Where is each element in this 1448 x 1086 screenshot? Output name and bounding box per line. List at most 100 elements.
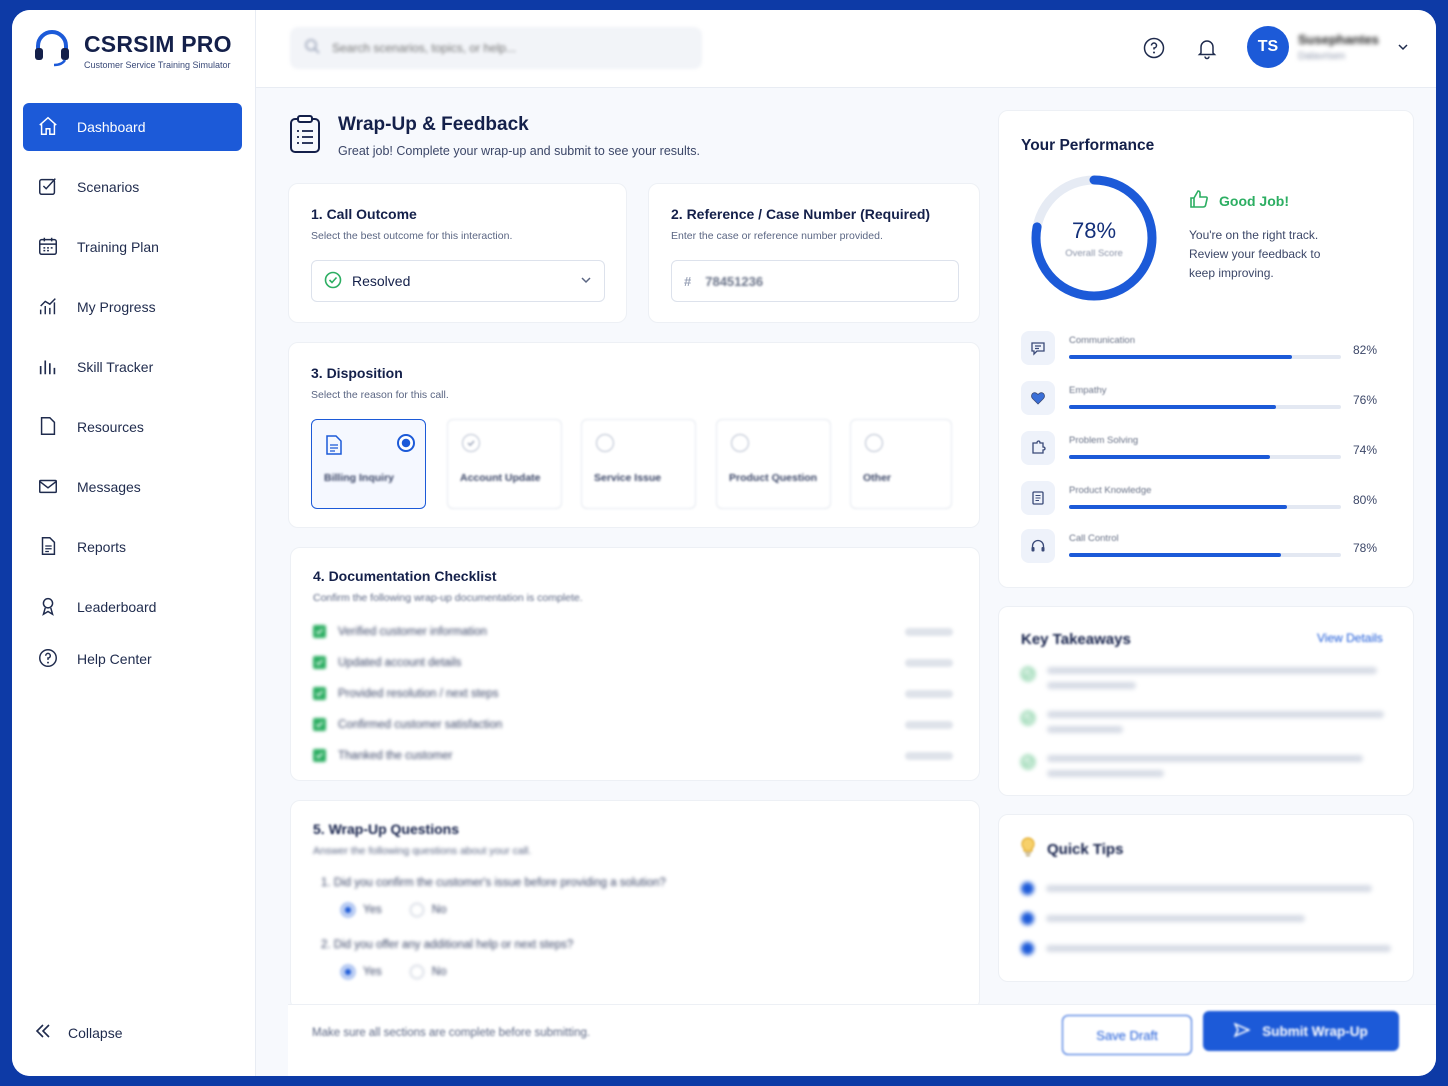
takeaways-list [1021,667,1391,799]
avatar[interactable]: TS [1247,26,1289,68]
skill-row-product-knowledge: Product Knowledge 80% [1021,481,1381,521]
sidebar-item-reports[interactable]: Reports [23,523,242,571]
scenarios-icon [37,175,59,200]
checklist-item-tag [905,689,953,698]
question-text: 1. Did you confirm the customer's issue … [321,877,666,889]
sidebar-item-my-progress[interactable]: My Progress [23,283,242,331]
disposition-option-service-issue[interactable]: Service Issue [581,419,696,509]
disposition-option-label: Account Update [460,472,541,484]
answer-label: No [431,904,447,916]
sidebar-item-resources[interactable]: Resources [23,403,242,451]
check-circle-icon [1021,755,1035,785]
sidebar-item-training-plan[interactable]: Training Plan [23,223,242,271]
checklist-item[interactable]: Verified customer information [313,616,953,647]
disposition-option-other[interactable]: Other [850,419,952,509]
collapse-button[interactable]: Collapse [34,1022,122,1043]
checklist-item[interactable]: Thanked the customer [313,740,953,771]
collapse-label: Collapse [68,1024,123,1041]
checklist-item-label: Provided resolution / next steps [338,687,499,700]
call-outcome-card: 1. Call Outcome Select the best outcome … [288,183,627,323]
sidebar-item-skill-tracker[interactable]: Skill Tracker [23,343,242,391]
answer-no[interactable]: No [409,903,447,917]
takeaway-item [1021,711,1391,741]
answer-yes[interactable]: Yes [341,965,382,979]
skill-percent: 82% [1353,343,1378,357]
save-draft-button[interactable]: Save Draft [1062,1015,1192,1055]
trophy-icon [37,595,59,620]
send-icon [1233,1022,1252,1041]
checkbox-checked-icon [313,687,326,700]
takeaway-item [1021,667,1391,697]
search-input[interactable] [332,41,672,55]
disposition-option-label: Billing Inquiry [324,472,394,484]
key-takeaways-card: Key Takeaways View Details [998,606,1414,796]
reference-input[interactable]: # 78451236 [671,260,959,302]
radio-empty [731,434,749,452]
checkbox-checked-icon [313,718,326,731]
user-info[interactable]: Susephantes Dalavrisen [1298,32,1379,62]
headset-icon [1021,529,1055,563]
sidebar-item-messages[interactable]: Messages [23,463,242,511]
submit-wrap-up-button[interactable]: Submit Wrap-Up [1203,1011,1399,1051]
call-outcome-select[interactable]: Resolved [311,260,605,302]
quick-tips-card: Quick Tips [998,814,1414,982]
disposition-option-billing-inquiry[interactable]: Billing Inquiry [311,419,426,509]
disposition-option-account-update[interactable]: Account Update [447,419,562,509]
brand-title: CSRSIM PRO [84,31,232,57]
help-circle-icon[interactable] [1142,36,1166,60]
search-icon [304,38,320,59]
home-icon [37,115,59,140]
checklist-hint: Confirm the following wrap-up documentat… [313,592,583,604]
checklist-item[interactable]: Confirmed customer satisfaction [313,709,953,740]
reference-title: 2. Reference / Case Number (Required) [671,206,931,222]
answer-yes[interactable]: Yes [341,903,382,917]
sidebar-item-help-center[interactable]: Help Center [23,635,242,683]
disposition-option-product-question[interactable]: Product Question [716,419,831,509]
skill-fill [1069,505,1287,509]
search-box[interactable] [290,27,702,69]
checklist-item-tag [905,751,953,760]
checkbox-checked-icon [313,656,326,669]
disposition-title: 3. Disposition [311,365,403,381]
questions-title: 5. Wrap-Up Questions [313,821,459,837]
answer-label: Yes [363,966,382,978]
folder-icon [37,415,59,440]
sidebar-item-leaderboard[interactable]: Leaderboard [23,583,242,631]
questions-hint: Answer the following questions about you… [313,845,532,857]
call-outcome-value: Resolved [352,273,411,289]
check-circle-icon [324,271,342,292]
footer-bar: Make sure all sections are complete befo… [288,1004,1436,1076]
sidebar-item-dashboard[interactable]: Dashboard [23,103,242,151]
check-circle-icon [462,434,480,452]
overall-score-label: Overall Score [1065,247,1123,259]
check-dot-icon [1021,911,1034,925]
bar-chart-icon [37,355,59,380]
answer-label: Yes [363,904,382,916]
checklist-item[interactable]: Updated account details [313,647,953,678]
checklist-title: 4. Documentation Checklist [313,568,497,584]
checklist-item[interactable]: Provided resolution / next steps [313,678,953,709]
radio-empty [596,434,614,452]
skill-fill [1069,355,1293,359]
answer-no[interactable]: No [409,965,446,979]
good-job-text: You're on the right track. Review your f… [1189,228,1321,280]
checklist-items: Verified customer information Updated ac… [313,616,953,771]
chevron-down-icon[interactable] [1396,40,1410,54]
sidebar-item-scenarios[interactable]: Scenarios [23,163,242,211]
user-role: Dalavrisen [1298,51,1346,62]
sidebar-item-label: Messages [77,479,141,495]
skill-row-empathy: Empathy 76% [1021,381,1381,421]
good-job-title: Good Job! [1219,192,1289,209]
documentation-checklist-card: 4. Documentation Checklist Confirm the f… [290,547,980,781]
bell-icon[interactable] [1195,36,1219,60]
checklist-item-tag [905,627,953,636]
skill-percent: 80% [1353,493,1378,507]
disposition-option-label: Service Issue [594,472,662,484]
view-details-link[interactable]: View Details [1317,631,1383,645]
questions-list: 1. Did you confirm the customer's issue … [313,877,957,979]
report-icon [37,535,59,560]
wrap-up-questions-card: 5. Wrap-Up Questions Answer the followin… [290,800,980,1010]
clipboard-icon [288,114,322,159]
reference-value: 78451236 [705,273,764,289]
document-icon [324,434,344,461]
